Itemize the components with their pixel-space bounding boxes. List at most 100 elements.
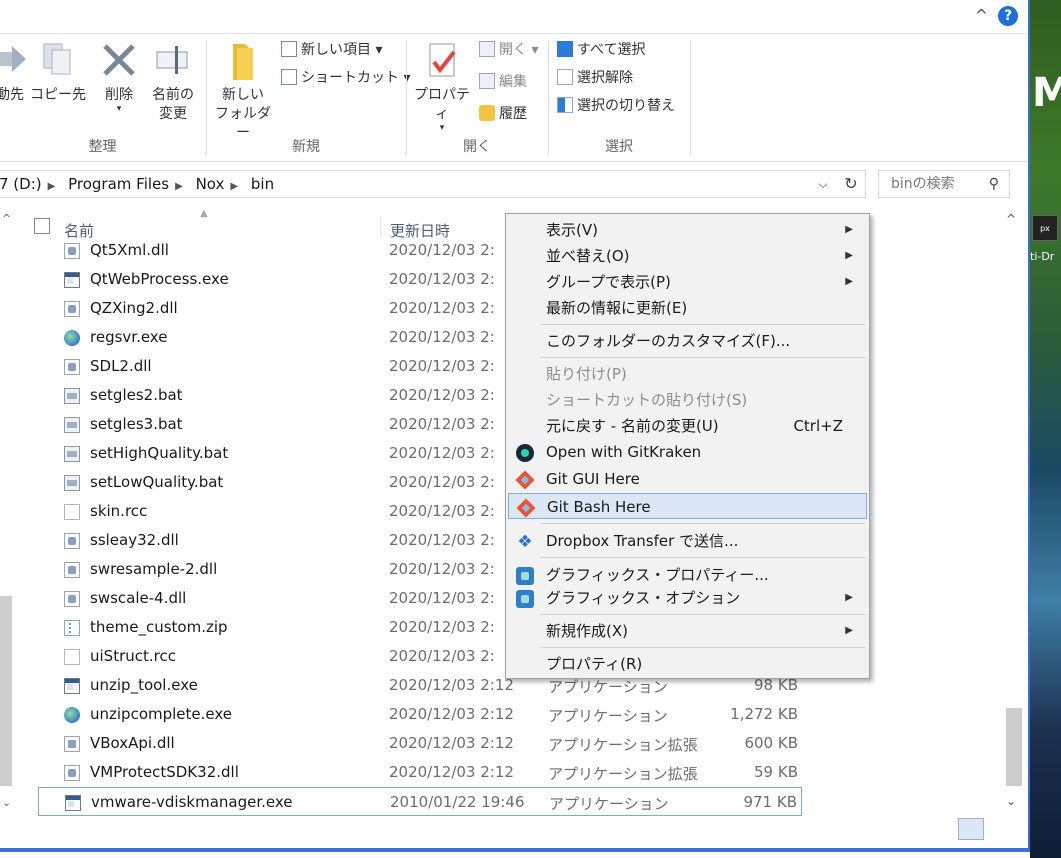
file-date: 2020/12/03 2: xyxy=(389,647,495,665)
file-type: アプリケーション拡張 xyxy=(548,765,698,783)
breadcrumb-bin[interactable]: bin xyxy=(251,175,274,193)
search-icon[interactable]: ⚲ xyxy=(989,171,999,197)
file-date: 2020/12/03 2: xyxy=(389,357,495,375)
edit-button[interactable]: 編集 xyxy=(479,71,527,93)
menu-item-label: Git GUI Here xyxy=(546,470,640,488)
move-to-button[interactable]: 動先 xyxy=(0,40,28,105)
rename-button[interactable]: 名前の 変更 xyxy=(146,40,200,124)
scroll-down-icon[interactable]: ⌄ xyxy=(1006,794,1016,808)
menu-item-sort[interactable]: 並べ替え(O) ▶ xyxy=(508,243,867,269)
file-name: setHighQuality.bat xyxy=(90,444,229,462)
file-date: 2020/12/03 2: xyxy=(389,618,495,636)
menu-item-gitkraken[interactable]: Open with GitKraken xyxy=(508,439,867,465)
file-list-scrollbar[interactable]: ^ ⌄ xyxy=(1000,208,1026,818)
new-folder-button[interactable]: 新しい フォルダー xyxy=(211,40,275,143)
help-icon[interactable]: ? xyxy=(998,6,1018,26)
menu-item-new[interactable]: 新規作成(X) ▶ xyxy=(508,618,867,644)
file-size: 600 KB xyxy=(744,734,798,752)
file-name: setgles3.bat xyxy=(90,415,183,433)
history-button[interactable]: 履歴 xyxy=(479,103,527,125)
edit-icon xyxy=(479,73,495,89)
refresh-icon[interactable]: ↻ xyxy=(837,171,865,197)
select-all-icon xyxy=(557,41,573,57)
delete-button[interactable]: 削除 ▾ xyxy=(98,40,140,114)
file-row[interactable]: unzipcomplete.exe 2020/12/03 2:12 アプリケーション… xyxy=(38,700,802,729)
properties-button[interactable]: プロパティ ▾ xyxy=(409,40,475,133)
menu-item-view[interactable]: 表示(V) ▶ xyxy=(508,217,867,243)
file-name: SDL2.dll xyxy=(90,357,152,375)
select-all-button[interactable]: すべて選択 xyxy=(557,39,645,61)
git-icon xyxy=(516,498,536,518)
graphics-icon xyxy=(516,567,534,585)
menu-item-undo[interactable]: 元に戻す - 名前の変更(U) Ctrl+Z xyxy=(508,413,867,439)
menu-item-label: 貼り付け(P) xyxy=(546,365,627,383)
file-dll-icon xyxy=(64,591,80,607)
open-button[interactable]: 開く ▾ xyxy=(479,39,538,61)
new-item-button[interactable]: 新しい項目 ▾ xyxy=(281,39,382,61)
menu-separator xyxy=(540,523,865,524)
scroll-up-icon[interactable]: ^ xyxy=(1006,212,1016,226)
scrollbar-thumb[interactable] xyxy=(0,596,12,786)
breadcrumb-separator-icon[interactable]: ▶ xyxy=(48,181,56,192)
menu-item-customize[interactable]: このフォルダーのカスタマイズ(F)... xyxy=(508,328,867,354)
desktop-app-icon[interactable]: px xyxy=(1032,215,1058,241)
scroll-down-icon[interactable]: ⌄ xyxy=(2,796,11,809)
scroll-up-icon[interactable]: ^ xyxy=(2,212,11,225)
menu-item-label: 最新の情報に更新(E) xyxy=(546,299,688,317)
invert-selection-icon xyxy=(557,97,573,113)
select-all-label[interactable]: すべて選択 xyxy=(577,42,645,58)
address-bar[interactable]: 7 (D:) ▶ Program Files ▶ Nox ▶ bin ⌵ ↻ xyxy=(0,170,866,198)
nav-pane-scrollbar[interactable]: ^ ⌄ xyxy=(0,208,14,818)
shortcut-button[interactable]: ショートカット ▾ xyxy=(281,67,410,89)
breadcrumb-nox[interactable]: Nox xyxy=(196,175,225,193)
file-date: 2020/12/03 2: xyxy=(389,241,495,259)
column-divider[interactable] xyxy=(380,216,381,238)
menu-item-label: Dropbox Transfer で送信... xyxy=(546,532,739,550)
scrollbar-thumb[interactable] xyxy=(1006,708,1022,786)
menu-item-git-gui[interactable]: Git GUI Here xyxy=(508,466,867,492)
select-all-checkbox[interactable] xyxy=(34,218,50,234)
select-none-button[interactable]: 選択解除 xyxy=(557,67,633,89)
menu-item-shortcut: Ctrl+Z xyxy=(793,417,843,435)
address-history-dropdown-icon[interactable]: ⌵ xyxy=(811,171,835,197)
breadcrumb-drive[interactable]: 7 (D:) xyxy=(0,175,42,193)
file-setup-icon xyxy=(64,707,80,723)
file-name: uiStruct.rcc xyxy=(90,647,176,665)
menu-item-properties[interactable]: プロパティ(R) xyxy=(508,651,867,677)
file-row[interactable]: VMProtectSDK32.dll 2020/12/03 2:12 アプリケーショ… xyxy=(38,758,802,787)
submenu-arrow-icon: ▶ xyxy=(845,592,853,603)
menu-item-graphics-options[interactable]: グラフィックス・オプション ▶ xyxy=(508,585,867,611)
breadcrumb-program-files[interactable]: Program Files xyxy=(68,175,169,193)
large-icons-view-icon[interactable] xyxy=(988,818,1014,840)
file-row[interactable]: VBoxApi.dll 2020/12/03 2:12 アプリケーション拡張 600 … xyxy=(38,729,802,758)
select-none-label[interactable]: 選択解除 xyxy=(577,70,633,86)
desktop-icon-label[interactable]: ti-Dr xyxy=(1030,250,1054,263)
menu-item-git-bash[interactable]: Git Bash Here xyxy=(508,493,867,519)
submenu-arrow-icon: ▶ xyxy=(845,224,853,235)
menu-item-label: 並べ替え(O) xyxy=(546,247,630,265)
copy-to-button[interactable]: コピー先 xyxy=(30,40,86,105)
ribbon-group-select: すべて選択 選択解除 選択の切り替え 選択 xyxy=(549,34,689,162)
menu-item-label: グループで表示(P) xyxy=(546,273,671,291)
ribbon-tabs-strip: ^ ? xyxy=(0,0,1028,34)
menu-separator xyxy=(540,557,865,558)
menu-item-label: グラフィックス・オプション xyxy=(546,589,741,607)
invert-selection-button[interactable]: 選択の切り替え xyxy=(557,95,675,117)
file-type: アプリケーション xyxy=(549,795,669,813)
menu-item-dropbox-transfer[interactable]: ❖ Dropbox Transfer で送信... xyxy=(508,528,867,554)
invert-selection-label[interactable]: 選択の切り替え xyxy=(577,98,675,114)
search-input[interactable]: binの検索 ⚲ xyxy=(878,170,1010,198)
file-type: アプリケーション拡張 xyxy=(548,736,698,754)
breadcrumb-separator-icon[interactable]: ▶ xyxy=(175,181,183,192)
collapse-ribbon-icon[interactable]: ^ xyxy=(975,6,988,25)
file-size: 971 KB xyxy=(743,793,797,811)
breadcrumb-separator-icon[interactable]: ▶ xyxy=(230,181,238,192)
file-date: 2020/12/03 2: xyxy=(389,299,495,317)
rename-label-1: 名前の xyxy=(152,87,194,103)
menu-item-label: Git Bash Here xyxy=(547,498,651,516)
menu-item-refresh[interactable]: 最新の情報に更新(E) xyxy=(508,295,867,321)
details-view-icon[interactable] xyxy=(958,818,984,840)
file-row[interactable]: vmware-vdiskmanager.exe 2010/01/22 19:46 ア… xyxy=(38,787,802,816)
menu-item-group[interactable]: グループで表示(P) ▶ xyxy=(508,269,867,295)
menu-item-label: プロパティ(R) xyxy=(546,655,643,673)
